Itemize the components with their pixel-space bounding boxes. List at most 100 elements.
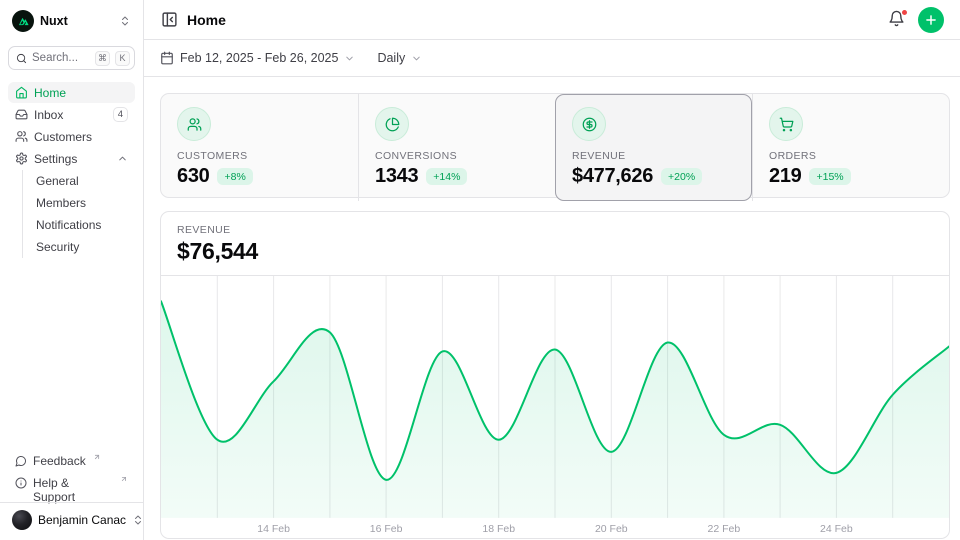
stat-delta-badge: +15%	[809, 168, 850, 185]
calendar-icon	[160, 51, 174, 65]
sidebar: Nuxt Search... ⌘ K Home Inbox 4 Customer…	[0, 0, 144, 540]
kbd-cmd: ⌘	[95, 51, 110, 66]
sidebar-item-label: Customers	[34, 130, 92, 144]
stat-delta-badge: +14%	[426, 168, 467, 185]
external-link-arrow-icon	[93, 453, 101, 461]
revenue-chart-card: REVENUE $76,544 14 Feb 16 Feb 18 Feb 20 Feb…	[160, 211, 950, 539]
user-menu[interactable]: Benjamin Canac	[8, 503, 135, 532]
filters-toolbar: Feb 12, 2025 - Feb 26, 2025 Daily	[144, 40, 960, 77]
stat-delta-badge: +20%	[661, 168, 702, 185]
sidebar-item-label: Settings	[34, 152, 77, 166]
sidebar-item-settings[interactable]: Settings	[8, 148, 135, 169]
area-chart-svg: 14 Feb 16 Feb 18 Feb 20 Feb 22 Feb 24 Feb	[161, 276, 949, 538]
search-placeholder: Search...	[32, 52, 90, 64]
sidebar-item-feedback[interactable]: Feedback	[8, 452, 135, 474]
workspace-switcher[interactable]: Nuxt	[8, 8, 135, 34]
stat-value: 1343	[375, 165, 418, 188]
sidebar-item-customers[interactable]: Customers	[8, 126, 135, 147]
notifications-button[interactable]	[886, 10, 906, 30]
search-icon	[16, 53, 27, 64]
stat-card-revenue[interactable]: REVENUE $477,626 +20%	[555, 94, 752, 201]
chart-current-value: $76,544	[177, 238, 933, 265]
users-icon	[15, 130, 28, 143]
stat-label: CUSTOMERS	[177, 150, 342, 162]
external-link-arrow-icon	[120, 475, 128, 483]
stat-value: $477,626	[572, 165, 653, 188]
user-name: Benjamin Canac	[38, 513, 126, 527]
sidebar-item-label: Home	[34, 86, 66, 100]
page-header: Home	[144, 0, 960, 40]
header-actions	[886, 7, 944, 33]
app-window: Nuxt Search... ⌘ K Home Inbox 4 Customer…	[0, 0, 960, 540]
dollar-sign-icon	[582, 117, 597, 132]
inbox-icon	[15, 108, 28, 121]
sidebar-item-label: Inbox	[34, 108, 63, 122]
main-area: Home Feb 12, 2025 - Feb 26, 2025 Daily	[144, 0, 960, 540]
nuxt-logo-icon	[12, 10, 34, 32]
collapse-sidebar-button[interactable]	[160, 11, 178, 29]
chart-header: REVENUE $76,544	[161, 212, 949, 276]
date-range-label: Feb 12, 2025 - Feb 26, 2025	[180, 51, 338, 65]
pie-chart-icon	[385, 117, 400, 132]
chevron-down-icon	[344, 53, 355, 64]
stat-icon-circle	[375, 107, 409, 141]
users-icon	[187, 117, 202, 132]
x-axis-tick-label: 20 Feb	[595, 523, 628, 535]
shopping-cart-icon	[779, 117, 794, 132]
gear-icon	[15, 152, 28, 165]
avatar	[12, 510, 32, 530]
sidebar-item-label: Members	[36, 196, 86, 210]
sidebar-item-security[interactable]: Security	[23, 236, 135, 258]
stat-icon-circle	[177, 107, 211, 141]
sidebar-item-label: General	[36, 174, 79, 188]
sidebar-item-members[interactable]: Members	[23, 192, 135, 214]
add-button[interactable]	[918, 7, 944, 33]
x-axis-tick-label: 14 Feb	[257, 523, 290, 535]
sidebar-item-inbox[interactable]: Inbox 4	[8, 104, 135, 125]
stat-value: 630	[177, 165, 209, 188]
chevrons-up-down-icon	[119, 15, 131, 27]
stat-label: CONVERSIONS	[375, 150, 539, 162]
sidebar-item-label: Feedback	[33, 454, 86, 468]
x-axis-tick-label: 22 Feb	[708, 523, 741, 535]
sidebar-nav: Home Inbox 4 Customers Settings General …	[8, 82, 135, 258]
chevron-up-icon	[117, 153, 128, 164]
sidebar-item-label: Notifications	[36, 218, 101, 232]
panel-left-close-icon	[161, 11, 178, 28]
stat-card-conversions[interactable]: CONVERSIONS 1343 +14%	[358, 94, 555, 201]
interval-select[interactable]: Daily	[377, 51, 422, 65]
x-axis-tick-label: 16 Feb	[370, 523, 403, 535]
stat-icon-circle	[572, 107, 606, 141]
interval-label: Daily	[377, 51, 405, 65]
message-circle-icon	[15, 455, 27, 467]
stat-value: 219	[769, 165, 801, 188]
sidebar-item-help-support[interactable]: Help & Support	[8, 474, 135, 496]
stat-label: ORDERS	[769, 150, 933, 162]
sidebar-item-home[interactable]: Home	[8, 82, 135, 103]
x-axis-tick-label: 18 Feb	[482, 523, 515, 535]
chevron-down-icon	[411, 53, 422, 64]
sidebar-item-general[interactable]: General	[23, 170, 135, 192]
search-input[interactable]: Search... ⌘ K	[8, 46, 135, 70]
sidebar-item-notifications[interactable]: Notifications	[23, 214, 135, 236]
notification-dot	[901, 9, 908, 16]
chevrons-up-down-icon	[132, 514, 144, 526]
inbox-count-badge: 4	[113, 107, 128, 122]
date-range-picker[interactable]: Feb 12, 2025 - Feb 26, 2025	[160, 51, 355, 65]
sidebar-item-label: Security	[36, 240, 79, 254]
revenue-area-chart[interactable]: 14 Feb 16 Feb 18 Feb 20 Feb 22 Feb 24 Feb	[161, 276, 949, 538]
x-axis-tick-label: 24 Feb	[820, 523, 853, 535]
kbd-k: K	[115, 51, 130, 66]
sidebar-spacer	[8, 258, 135, 452]
stat-card-customers[interactable]: CUSTOMERS 630 +8%	[161, 94, 358, 201]
home-icon	[15, 86, 28, 99]
page-content: CUSTOMERS 630 +8% CONVERSIONS 1343 +14%	[144, 77, 960, 540]
plus-icon	[924, 13, 938, 27]
stat-card-orders[interactable]: ORDERS 219 +15%	[752, 94, 949, 201]
info-circle-icon	[15, 477, 27, 489]
stat-label: REVENUE	[572, 150, 736, 162]
chart-title: REVENUE	[177, 224, 933, 236]
page-title: Home	[187, 12, 226, 28]
sidebar-item-label: Help & Support	[33, 476, 113, 504]
settings-sub-list: General Members Notifications Security	[22, 170, 135, 258]
